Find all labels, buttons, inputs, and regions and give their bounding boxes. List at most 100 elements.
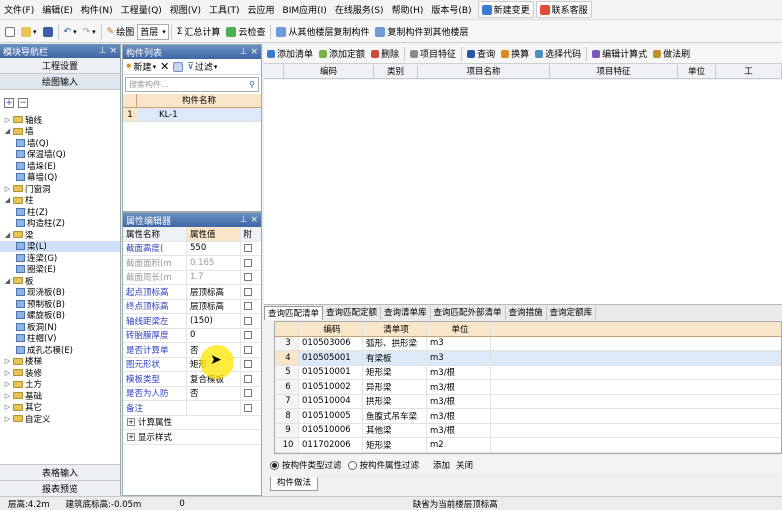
tree-node[interactable]: 梁(L)	[0, 240, 120, 252]
filter-by-attr-radio[interactable]: 按构件属性过滤	[347, 459, 419, 471]
tree-node[interactable]: 保温墙(Q)	[0, 149, 120, 160]
bill-tool-button[interactable]: 编辑计算式	[589, 45, 650, 63]
tree-node[interactable]: 构造柱(Z)	[0, 218, 120, 229]
tree-node[interactable]: 柱帽(V)	[0, 333, 120, 344]
collapse-all-icon[interactable]: −	[18, 98, 28, 108]
tree-node[interactable]: ◢ 墙	[0, 126, 120, 137]
attach-checkbox[interactable]	[243, 316, 252, 325]
menu-item[interactable]: 工程量(Q)	[117, 3, 166, 16]
bill-tool-button[interactable]: 添加清单	[264, 45, 316, 63]
table-row[interactable]: 9 010510006 其他梁 m3/根	[275, 423, 781, 438]
collapse-icon[interactable]: ◢	[4, 277, 11, 285]
tree-node[interactable]: ▷ 装修	[0, 367, 120, 379]
add-button[interactable]: 添加	[433, 459, 450, 471]
prop-value[interactable]: 否	[186, 386, 240, 400]
project-settings-button[interactable]: 工程设置	[0, 58, 120, 74]
prop-value[interactable]: 层顶标高	[186, 299, 240, 313]
close-button[interactable]: 关闭	[456, 459, 473, 471]
bill-tool-button[interactable]: 选择代码	[532, 45, 584, 63]
prop-row[interactable]: 备注	[123, 401, 261, 416]
tree-node[interactable]: ▷ 楼梯	[0, 356, 120, 367]
collapse-icon[interactable]: ◢	[4, 196, 11, 204]
table-row[interactable]: 7 010510004 拱形梁 m3/根	[275, 394, 781, 409]
expand-icon[interactable]: ▷	[4, 116, 11, 124]
query-tab[interactable]: 查询匹配外部清单	[431, 306, 506, 320]
bill-tool-button[interactable]: 删除	[368, 45, 402, 63]
table-row[interactable]: 4 010505001 有梁板 m3	[275, 351, 781, 366]
tree-node[interactable]: ▷ 基础	[0, 390, 120, 402]
expand-icon[interactable]: ▷	[4, 380, 11, 388]
open-button[interactable]: ▾	[18, 23, 40, 41]
menu-item[interactable]: 视图(V)	[166, 3, 205, 16]
draw-button[interactable]: ✎ 绘图	[104, 23, 138, 41]
collapse-icon[interactable]: ◢	[4, 231, 11, 239]
prop-value[interactable]: 层顶标高	[186, 285, 240, 299]
report-preview-button[interactable]: 报表预览	[0, 480, 120, 496]
prop-row[interactable]: 是否为人防 否	[123, 386, 261, 401]
expand-icon[interactable]: ▷	[4, 185, 11, 193]
prop-row[interactable]: 起点顶标高 层顶标高	[123, 285, 261, 300]
tree-node[interactable]: ▷ 自定义	[0, 413, 120, 425]
menu-item[interactable]: 帮助(H)	[388, 3, 428, 16]
prop-group[interactable]: + 计算属性	[123, 416, 172, 428]
prop-row[interactable]: 模板类型 复合模板	[123, 372, 261, 387]
query-tab[interactable]: 查询清单库	[381, 306, 431, 320]
prop-row[interactable]: 轴线距梁左 (150)	[123, 314, 261, 329]
component-search-input[interactable]: 搜索构件... ⚲	[125, 77, 259, 92]
table-input-button[interactable]: 表格输入	[0, 464, 120, 480]
tree-node[interactable]: 预制板(B)	[0, 298, 120, 310]
sum-calc-button[interactable]: Σ 汇总计算	[174, 23, 224, 41]
tree-node[interactable]: 连梁(G)	[0, 252, 120, 264]
tree-node[interactable]: ▷ 门窗洞	[0, 183, 120, 195]
copy-to-floor-button[interactable]: 复制构件到其他楼层	[372, 23, 471, 41]
query-tab[interactable]: 查询匹配清单	[264, 306, 324, 320]
cloud-check-button[interactable]: 云检查	[223, 23, 268, 41]
pin-icon[interactable]: ⊥ ×	[240, 215, 258, 225]
tree-node[interactable]: 圈梁(E)	[0, 264, 120, 275]
bill-tool-button[interactable]: 换算	[498, 45, 532, 63]
query-tab[interactable]: 查询匹配定额	[323, 306, 382, 320]
prop-value[interactable]: 0	[186, 328, 240, 342]
expand-icon[interactable]: ▷	[4, 369, 11, 377]
menu-item[interactable]: 构件(N)	[77, 3, 117, 16]
menu-item[interactable]: 云应用	[244, 3, 279, 16]
bill-tool-button[interactable]: 项目特征	[407, 45, 459, 63]
tree-node[interactable]: 墙(Q)	[0, 137, 120, 149]
bill-grid-body[interactable]	[264, 80, 782, 304]
prop-group[interactable]: + 显示样式	[123, 431, 172, 443]
collapse-icon[interactable]: ◢	[4, 127, 11, 135]
attach-checkbox[interactable]	[243, 258, 252, 267]
menu-action-button[interactable]: 联系客服	[535, 1, 592, 18]
pin-icon[interactable]: ⊥ ×	[240, 47, 258, 57]
tree-node[interactable]: 螺旋板(B)	[0, 310, 120, 321]
table-row[interactable]: 3 010503006 弧形、拱形梁 m3	[275, 336, 781, 351]
new-component-button[interactable]: ✷ 新建 ▾	[125, 60, 156, 74]
tab-component-method[interactable]: 构件做法	[270, 477, 319, 491]
table-row[interactable]: 5 010510001 矩形梁 m3/根	[275, 365, 781, 380]
prop-row[interactable]: 截面高度(550	[123, 241, 261, 256]
expand-icon[interactable]: +	[127, 418, 135, 427]
tree-node[interactable]: ◢ 板	[0, 275, 120, 287]
prop-value[interactable]	[186, 401, 240, 415]
pin-icon[interactable]: ⊥ ×	[99, 46, 117, 56]
delete-icon[interactable]: ✕	[160, 60, 169, 73]
expand-icon[interactable]: ▷	[4, 415, 11, 423]
attach-checkbox[interactable]	[243, 244, 252, 253]
tree-node[interactable]: 幕墙(Q)	[0, 172, 120, 183]
search-icon[interactable]: ⚲	[249, 80, 255, 89]
layer-select[interactable]: 首层 ▾	[137, 23, 169, 40]
prop-row[interactable]: + 显示样式	[123, 430, 261, 445]
copy-from-floor-button[interactable]: 从其他楼层复制构件	[273, 23, 372, 41]
expand-icon[interactable]: +	[127, 432, 135, 441]
attach-checkbox[interactable]	[243, 287, 252, 296]
bill-tool-button[interactable]: 做法刷	[650, 45, 693, 63]
prop-value[interactable]: (150)	[186, 314, 240, 328]
table-row[interactable]: 8 010510005 鱼腹式吊车梁 m3/根	[275, 409, 781, 424]
redo-button[interactable]: ↷ ▾	[80, 23, 99, 41]
tree-node[interactable]: ▷ 轴线	[0, 114, 120, 126]
tree-node[interactable]: 现浇板(B)	[0, 287, 120, 298]
menu-action-button[interactable]: 新建变更	[477, 1, 534, 18]
tree-node[interactable]: 成孔芯模(E)	[0, 344, 120, 356]
prop-value[interactable]: 550	[186, 241, 240, 255]
expand-all-icon[interactable]: +	[4, 98, 14, 108]
